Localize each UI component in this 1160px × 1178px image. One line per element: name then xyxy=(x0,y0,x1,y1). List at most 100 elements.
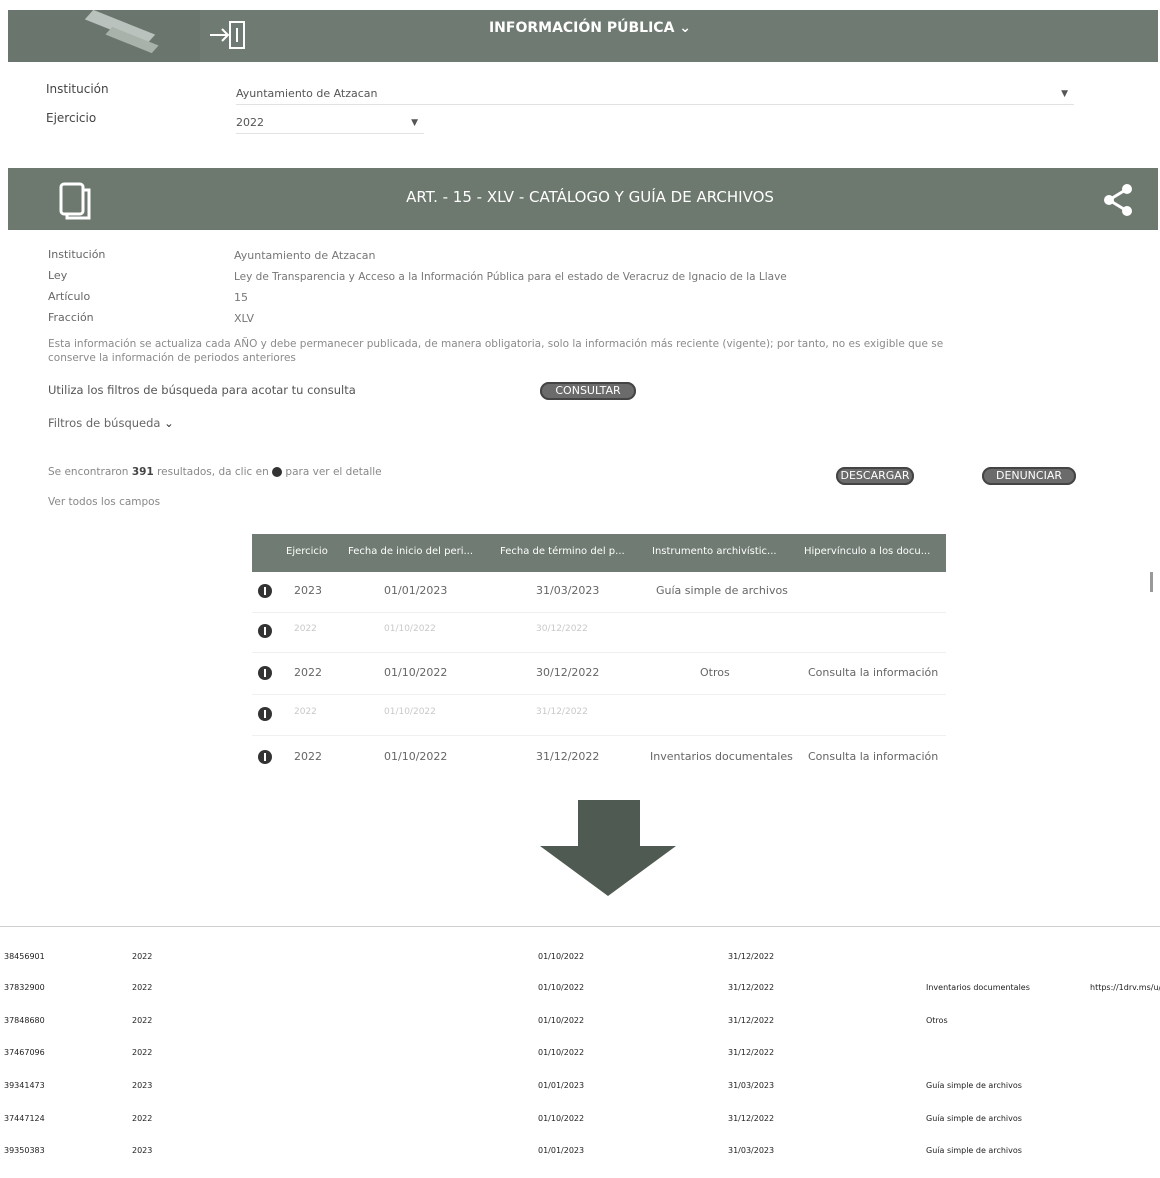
consultar-button[interactable]: CONSULTAR xyxy=(540,382,636,400)
info-fraction-value: XLV xyxy=(234,312,254,325)
exercise-label: Ejercicio xyxy=(46,111,97,125)
public-info-menu-label: INFORMACIÓN PÚBLICA xyxy=(488,20,675,36)
cell-inicio: 01/10/2022 xyxy=(384,750,448,763)
sheet-row: 37447124 2022 01/10/2022 31/12/2022 Guía… xyxy=(0,1114,1160,1146)
info-law-key: Ley xyxy=(48,269,68,282)
scrollbar-thumb[interactable] xyxy=(1150,572,1153,592)
info-article-key: Artículo xyxy=(48,290,91,303)
cell-hipervinculo[interactable]: Consulta la información xyxy=(808,666,938,679)
search-hint: Utiliza los filtros de búsqueda para aco… xyxy=(48,383,356,397)
exercise-select[interactable]: 2022 ▼ xyxy=(236,113,424,134)
arrow-down-icon xyxy=(578,800,640,848)
info-icon[interactable] xyxy=(258,750,272,764)
column-header[interactable]: Ejercicio xyxy=(286,546,328,557)
table-row: 2023 01/01/2023 31/03/2023 Guía simple d… xyxy=(252,574,946,610)
column-header[interactable]: Fecha de inicio del peri... xyxy=(348,546,473,557)
results-count: 391 xyxy=(131,466,154,478)
sheet-cell-id: 37467096 xyxy=(4,1048,45,1057)
cell-termino: 30/12/2022 xyxy=(536,624,588,634)
row-divider xyxy=(252,735,946,736)
document-icon xyxy=(55,180,95,220)
sheet-cell-id: 37447124 xyxy=(4,1114,45,1123)
row-divider xyxy=(252,652,946,653)
sheet-cell-inicio: 01/01/2023 xyxy=(538,1146,585,1155)
chevron-down-icon: ⌄ xyxy=(679,20,692,36)
table-row: 2022 01/10/2022 30/12/2022 xyxy=(252,614,946,650)
search-filters-toggle[interactable]: Filtros de búsqueda ⌄ xyxy=(48,416,174,430)
cell-ejercicio: 2022 xyxy=(294,624,317,634)
sheet-cell-ejercicio: 2022 xyxy=(132,952,153,961)
institution-select[interactable]: Ayuntamiento de Atzacan ▼ xyxy=(236,84,1074,105)
sheet-row: 37467096 2022 01/10/2022 31/12/2022 xyxy=(0,1048,1160,1080)
sheet-cell-ejercicio: 2022 xyxy=(132,1048,153,1057)
cell-inicio: 01/10/2022 xyxy=(384,666,448,679)
cell-instrumento: Inventarios documentales xyxy=(650,750,793,763)
exercise-select-value: 2022 xyxy=(236,116,264,129)
sheet-cell-instrumento: Inventarios documentales xyxy=(926,983,1030,992)
login-icon[interactable] xyxy=(206,16,246,54)
sheet-cell-instrumento: Guía simple de archivos xyxy=(926,1081,1022,1090)
info-article-value: 15 xyxy=(234,291,248,304)
institution-select-value: Ayuntamiento de Atzacan xyxy=(236,87,378,100)
results-tail: para ver el detalle xyxy=(285,466,382,478)
sheet-row: 39350383 2023 01/01/2023 31/03/2023 Guía… xyxy=(0,1146,1160,1178)
sheet-cell-inicio: 01/10/2022 xyxy=(538,952,585,961)
sheet-cell-termino: 31/03/2023 xyxy=(728,1081,775,1090)
public-info-menu[interactable]: INFORMACIÓN PÚBLICA ⌄ xyxy=(400,20,780,36)
cell-termino: 31/12/2022 xyxy=(536,750,600,763)
info-icon[interactable] xyxy=(258,584,272,598)
sheet-divider xyxy=(0,926,1160,927)
info-paragraph: Esta información se actualiza cada AÑO y… xyxy=(48,337,1008,365)
sheet-row: 37832900 2022 01/10/2022 31/12/2022 Inve… xyxy=(0,983,1160,1015)
logo[interactable] xyxy=(8,9,200,62)
cell-ejercicio: 2023 xyxy=(294,584,322,597)
sheet-cell-ejercicio: 2023 xyxy=(132,1146,153,1155)
info-institution-key: Institución xyxy=(48,248,106,261)
cell-termino: 31/03/2023 xyxy=(536,584,600,597)
section-title: ART. - 15 - XLV - CATÁLOGO Y GUÍA DE ARC… xyxy=(406,188,774,206)
cell-ejercicio: 2022 xyxy=(294,750,322,763)
info-paragraph-line2: conserve la información de periodos ante… xyxy=(48,352,296,364)
info-icon xyxy=(272,467,283,477)
sheet-cell-termino: 31/12/2022 xyxy=(728,1048,775,1057)
cell-instrumento: Guía simple de archivos xyxy=(656,584,788,597)
column-header[interactable]: Fecha de término del p... xyxy=(500,546,625,557)
sheet-cell-ejercicio: 2022 xyxy=(132,983,153,992)
sheet-cell-inicio: 01/10/2022 xyxy=(538,1114,585,1123)
info-icon[interactable] xyxy=(258,666,272,680)
cell-termino: 31/12/2022 xyxy=(536,707,588,717)
chevron-down-icon: ⌄ xyxy=(164,416,174,430)
sheet-cell-inicio: 01/10/2022 xyxy=(538,1048,585,1057)
row-divider xyxy=(252,694,946,695)
table-row: 2022 01/10/2022 31/12/2022 Inventarios d… xyxy=(252,740,946,776)
info-icon[interactable] xyxy=(258,707,272,721)
report-button[interactable]: DENUNCIAR xyxy=(982,467,1076,485)
info-fraction-key: Fracción xyxy=(48,311,94,324)
info-icon[interactable] xyxy=(258,624,272,638)
caret-down-icon: ▼ xyxy=(411,118,418,128)
show-all-fields-link[interactable]: Ver todos los campos xyxy=(48,496,160,508)
download-button[interactable]: DESCARGAR xyxy=(836,467,914,485)
sheet-cell-id: 39341473 xyxy=(4,1081,45,1090)
sheet-cell-id: 37832900 xyxy=(4,983,45,992)
results-prefix: Se encontraron xyxy=(48,466,129,478)
cell-inicio: 01/10/2022 xyxy=(384,624,436,634)
share-icon[interactable] xyxy=(1100,182,1136,218)
sheet-cell-inicio: 01/10/2022 xyxy=(538,983,585,992)
column-header[interactable]: Hipervínculo a los docu... xyxy=(804,546,930,557)
cell-ejercicio: 2022 xyxy=(294,707,317,717)
cell-termino: 30/12/2022 xyxy=(536,666,600,679)
info-institution-value: Ayuntamiento de Atzacan xyxy=(234,249,376,262)
table-row: 2022 01/10/2022 30/12/2022 Otros Consult… xyxy=(252,656,946,692)
sheet-cell-link: https://1drv.ms/u/s xyxy=(1090,983,1160,992)
column-header[interactable]: Instrumento archivístic... xyxy=(652,546,777,557)
sheet-cell-instrumento: Guía simple de archivos xyxy=(926,1146,1022,1155)
sheet-row: 38456901 2022 01/10/2022 31/12/2022 xyxy=(0,952,1160,984)
cell-hipervinculo[interactable]: Consulta la información xyxy=(808,750,938,763)
sheet-cell-termino: 31/12/2022 xyxy=(728,1016,775,1025)
sheet-cell-termino: 31/03/2023 xyxy=(728,1146,775,1155)
info-law-value: Ley de Transparencia y Acceso a la Infor… xyxy=(234,271,787,283)
table-row: 2022 01/10/2022 31/12/2022 xyxy=(252,697,946,733)
sheet-cell-ejercicio: 2022 xyxy=(132,1114,153,1123)
results-summary: Se encontraron 391 resultados, da clic e… xyxy=(48,466,382,478)
